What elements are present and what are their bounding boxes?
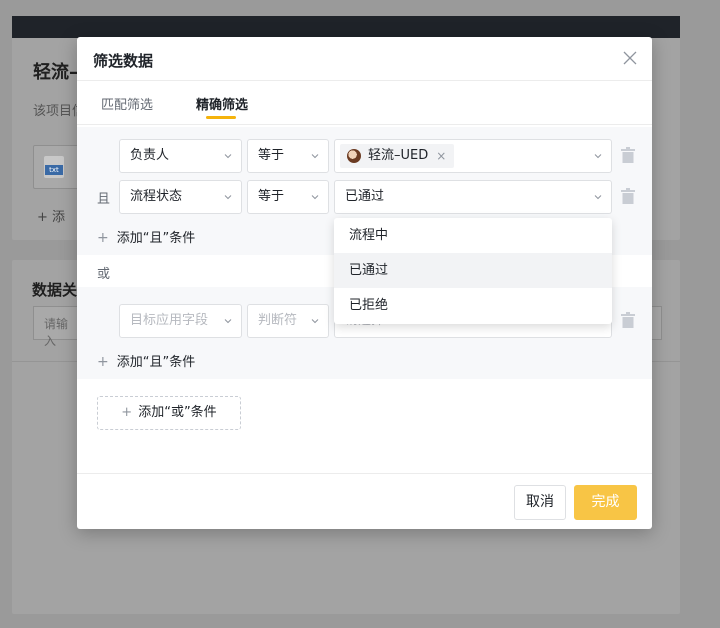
background-file: txt (33, 145, 83, 189)
field-select-status[interactable]: 流程状态 (119, 180, 242, 214)
operator-select-3[interactable]: 判断符 (247, 304, 329, 338)
background-section-title: 数据关 (32, 281, 78, 299)
and-label: 且 (97, 192, 111, 207)
trash-icon[interactable] (621, 312, 635, 328)
active-tab-indicator (206, 116, 236, 119)
cancel-button[interactable]: 取消 (514, 485, 566, 520)
operator-select-1[interactable]: 等于 (247, 139, 329, 173)
chevron-down-icon (224, 195, 232, 200)
modal-header: 筛选数据 (77, 37, 652, 81)
tab-exact-filter[interactable]: 精确筛选 (196, 94, 248, 113)
avatar (347, 149, 361, 163)
trash-icon[interactable] (621, 188, 635, 204)
plus-icon: + (121, 405, 133, 420)
chevron-down-icon (311, 154, 319, 159)
done-button[interactable]: 完成 (574, 485, 637, 520)
background-title: 轻流– (33, 62, 78, 83)
background-add: + 添 (37, 210, 66, 225)
chevron-down-icon (311, 195, 319, 200)
field-select-owner[interactable]: 负责人 (119, 139, 242, 173)
modal-title: 筛选数据 (93, 52, 154, 70)
user-tag: 轻流–UED × (340, 144, 455, 168)
chevron-down-icon (594, 195, 602, 200)
add-and-condition-2[interactable]: + 添加“且”条件 (97, 351, 195, 370)
modal-footer: 取消 完成 (77, 473, 652, 529)
dropdown-option-rejected[interactable]: 已拒绝 (334, 288, 612, 323)
background-topbar (12, 16, 680, 38)
plus-icon: + (97, 230, 109, 246)
value-select-owner[interactable]: 轻流–UED × (334, 139, 612, 173)
filter-modal: 筛选数据 匹配筛选 精确筛选 且 负责人 等于 轻流–UED × 流程状态 等于 (77, 37, 652, 529)
value-select-status[interactable]: 已通过 (334, 180, 612, 214)
status-dropdown: 流程中 已通过 已拒绝 (334, 218, 612, 324)
or-label: 或 (97, 267, 111, 282)
tag-close-icon[interactable]: × (436, 144, 446, 168)
dropdown-option-approved[interactable]: 已通过 (334, 253, 612, 288)
operator-select-2[interactable]: 等于 (247, 180, 329, 214)
trash-icon[interactable] (621, 147, 635, 163)
file-type-tag: txt (45, 165, 63, 175)
field-select-target[interactable]: 目标应用字段 (119, 304, 242, 338)
tab-match-filter[interactable]: 匹配筛选 (101, 94, 153, 113)
add-or-condition-button[interactable]: + 添加“或”条件 (97, 396, 241, 430)
add-and-condition-1[interactable]: + 添加“且”条件 (97, 227, 195, 246)
filter-tabs: 匹配筛选 精确筛选 (77, 81, 652, 125)
dropdown-option-in-progress[interactable]: 流程中 (334, 218, 612, 253)
chevron-down-icon (311, 319, 319, 324)
close-icon[interactable] (622, 50, 638, 66)
chevron-down-icon (224, 319, 232, 324)
chevron-down-icon (594, 154, 602, 159)
chevron-down-icon (224, 154, 232, 159)
plus-icon: + (97, 354, 109, 370)
